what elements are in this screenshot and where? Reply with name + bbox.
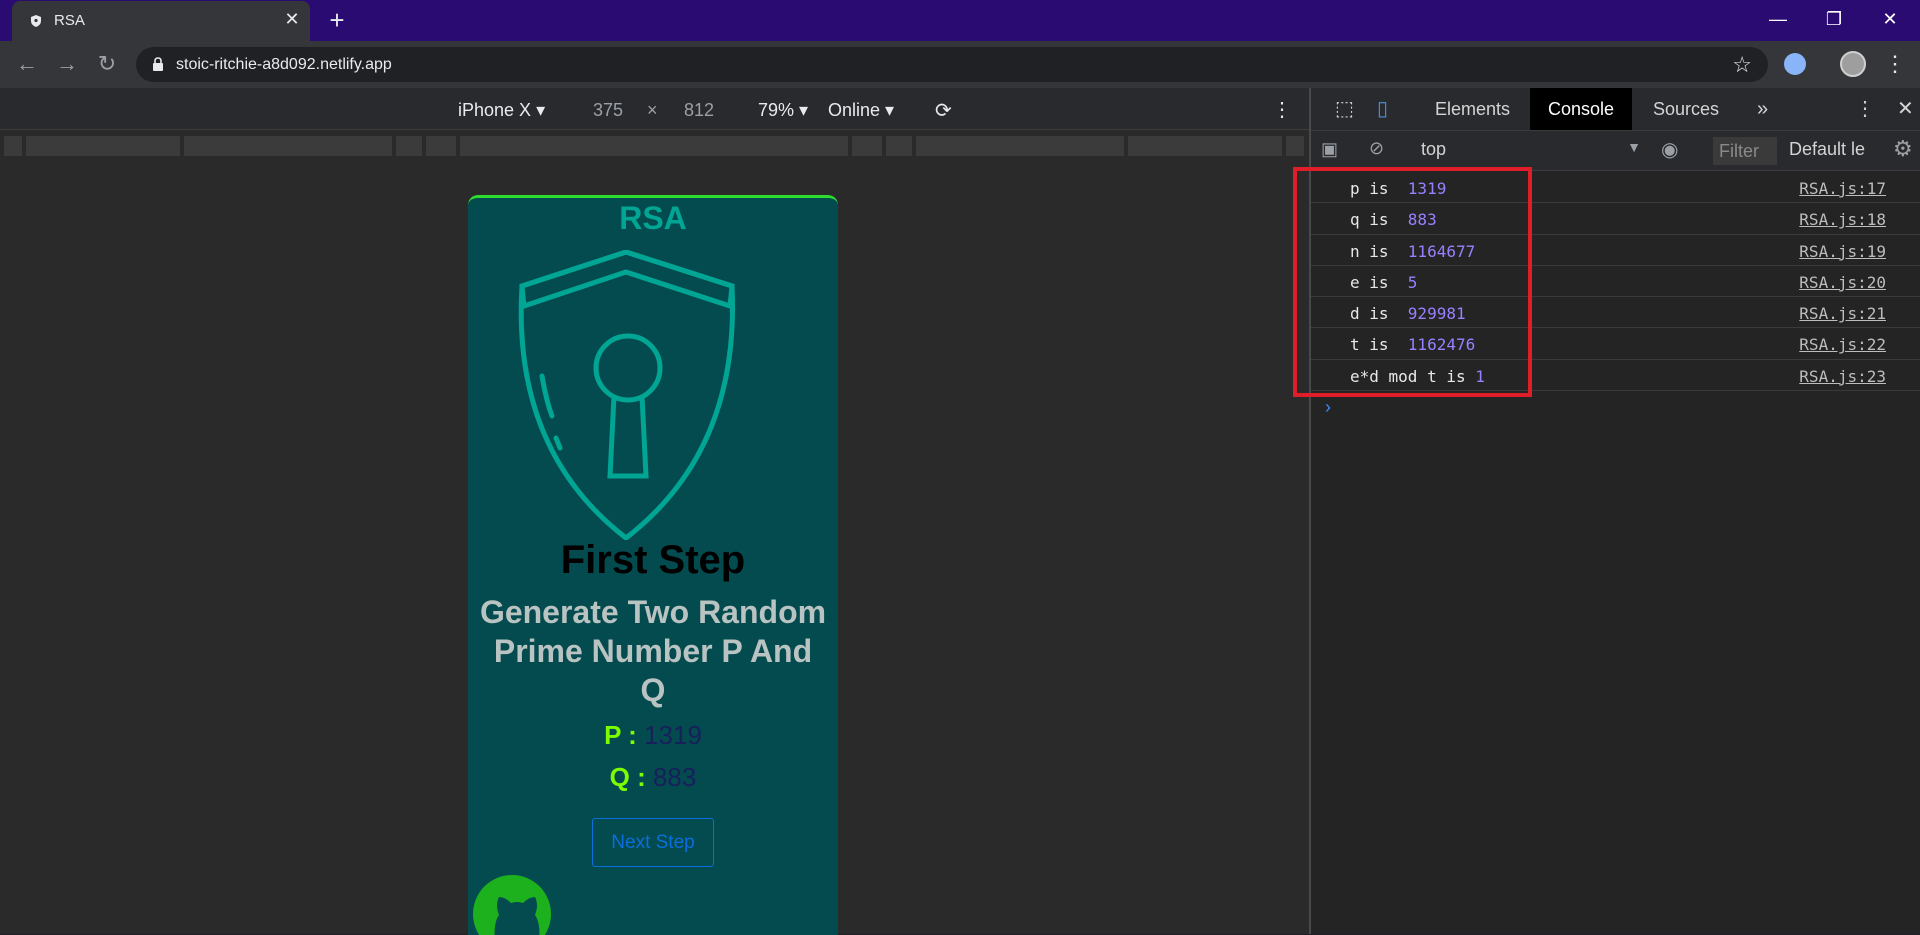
- new-tab-icon[interactable]: +: [325, 6, 349, 34]
- media-query-segment[interactable]: [916, 136, 1124, 156]
- log-source-link[interactable]: RSA.js:19: [1799, 242, 1886, 261]
- network-select[interactable]: Online ▾: [828, 100, 894, 121]
- live-expression-eye-icon[interactable]: ◉: [1661, 137, 1678, 162]
- console-filterbar: ▣ ⊘ top ▼ ◉ Filter Default le ⚙: [1311, 131, 1920, 171]
- q-value: 883: [652, 762, 697, 792]
- dimension-separator: ×: [647, 100, 658, 120]
- github-icon[interactable]: [473, 875, 551, 935]
- log-source-link[interactable]: RSA.js:22: [1799, 335, 1886, 354]
- log-source-link[interactable]: RSA.js:23: [1799, 367, 1886, 386]
- log-level-select[interactable]: Default le: [1789, 139, 1865, 160]
- tab-elements[interactable]: Elements: [1417, 88, 1528, 130]
- url-text: stoic-ritchie-a8d092.netlify.app: [176, 56, 392, 73]
- media-query-segment[interactable]: [1128, 136, 1282, 156]
- media-query-segment[interactable]: [426, 136, 456, 156]
- log-source-link[interactable]: RSA.js:20: [1799, 273, 1886, 292]
- console-filter-input[interactable]: Filter: [1713, 137, 1777, 165]
- reload-icon[interactable]: ↻: [92, 49, 122, 79]
- tab-console[interactable]: Console: [1530, 88, 1633, 130]
- browser-menu-icon[interactable]: ⋮: [1884, 49, 1906, 79]
- media-query-segment[interactable]: [4, 136, 22, 156]
- log-source-link[interactable]: RSA.js:21: [1799, 304, 1886, 323]
- context-select[interactable]: top ▼: [1421, 139, 1641, 163]
- rotate-icon[interactable]: ⟳: [935, 98, 952, 123]
- browser-toolbar: ← → ↻ stoic-ritchie-a8d092.netlify.app ☆…: [0, 41, 1920, 88]
- shield-keyhole-icon: [518, 250, 736, 540]
- p-value: 1319: [644, 720, 702, 750]
- red-highlight-annotation: [1293, 167, 1532, 397]
- address-bar[interactable]: stoic-ritchie-a8d092.netlify.app ☆: [136, 47, 1768, 82]
- back-icon[interactable]: ←: [12, 49, 42, 79]
- minimize-icon[interactable]: —: [1750, 0, 1806, 41]
- lock-icon: [153, 57, 163, 71]
- window-close-icon[interactable]: ✕: [1862, 0, 1918, 41]
- device-toggle-icon[interactable]: ▯: [1359, 88, 1406, 130]
- tab-title: RSA: [54, 12, 85, 29]
- app-title: RSA: [619, 200, 687, 236]
- viewport-height[interactable]: 812: [684, 100, 714, 121]
- viewport-width[interactable]: 375: [593, 100, 623, 121]
- media-query-segment[interactable]: [26, 136, 180, 156]
- step-title: First Step: [560, 538, 746, 582]
- log-source-link[interactable]: RSA.js:18: [1799, 210, 1886, 229]
- zoom-select[interactable]: 79% ▾: [758, 100, 808, 121]
- step-description: Generate Two Random Prime Number P And Q: [479, 594, 827, 708]
- profile-avatar[interactable]: [1840, 51, 1866, 77]
- tab-sources[interactable]: Sources: [1635, 88, 1737, 130]
- device-toolbar-menu-icon[interactable]: ⋮: [1272, 97, 1292, 122]
- forward-icon[interactable]: →: [52, 49, 82, 79]
- media-query-segment[interactable]: [184, 136, 392, 156]
- console-settings-gear-icon[interactable]: ⚙: [1893, 136, 1913, 162]
- bookmark-star-icon[interactable]: ☆: [1732, 52, 1752, 78]
- p-label: P :: [604, 720, 637, 750]
- next-step-button[interactable]: Next Step: [592, 818, 714, 867]
- sidebar-toggle-icon[interactable]: ▣: [1321, 139, 1338, 160]
- q-value-row: Q : 883: [468, 762, 838, 793]
- media-query-segment[interactable]: [852, 136, 882, 156]
- clear-console-icon[interactable]: ⊘: [1369, 138, 1384, 159]
- media-query-segment[interactable]: [460, 136, 848, 156]
- media-query-bar: [0, 130, 1309, 160]
- devtools-tabbar: ⬚ ▯ Elements Console Sources » ⋮ ✕: [1311, 88, 1920, 131]
- shield-favicon-icon: [31, 15, 41, 27]
- device-toolbar: iPhone X ▾ 375 × 812 79% ▾ Online ▾ ⟳ ⋮: [0, 88, 1309, 130]
- more-tabs-icon[interactable]: »: [1739, 88, 1786, 130]
- extension-icon[interactable]: [1784, 53, 1806, 75]
- browser-titlebar: RSA ✕ + — ❐ ✕: [0, 0, 1920, 41]
- browser-tab[interactable]: RSA ✕: [12, 1, 310, 41]
- emulated-viewport: RSA First Step Generate Two Random Prime…: [0, 160, 1309, 935]
- device-select[interactable]: iPhone X ▾: [458, 100, 545, 121]
- app-screen: RSA First Step Generate Two Random Prime…: [468, 195, 838, 935]
- restore-icon[interactable]: ❐: [1806, 0, 1862, 41]
- devtools-close-icon[interactable]: ✕: [1879, 88, 1920, 130]
- log-source-link[interactable]: RSA.js:17: [1799, 179, 1886, 198]
- media-query-segment[interactable]: [396, 136, 422, 156]
- console-prompt[interactable]: ›: [1325, 397, 1331, 418]
- p-value-row: P : 1319: [468, 720, 838, 751]
- close-tab-icon[interactable]: ✕: [282, 9, 302, 29]
- media-query-segment[interactable]: [1286, 136, 1304, 156]
- media-query-segment[interactable]: [886, 136, 912, 156]
- q-label: Q :: [609, 762, 646, 792]
